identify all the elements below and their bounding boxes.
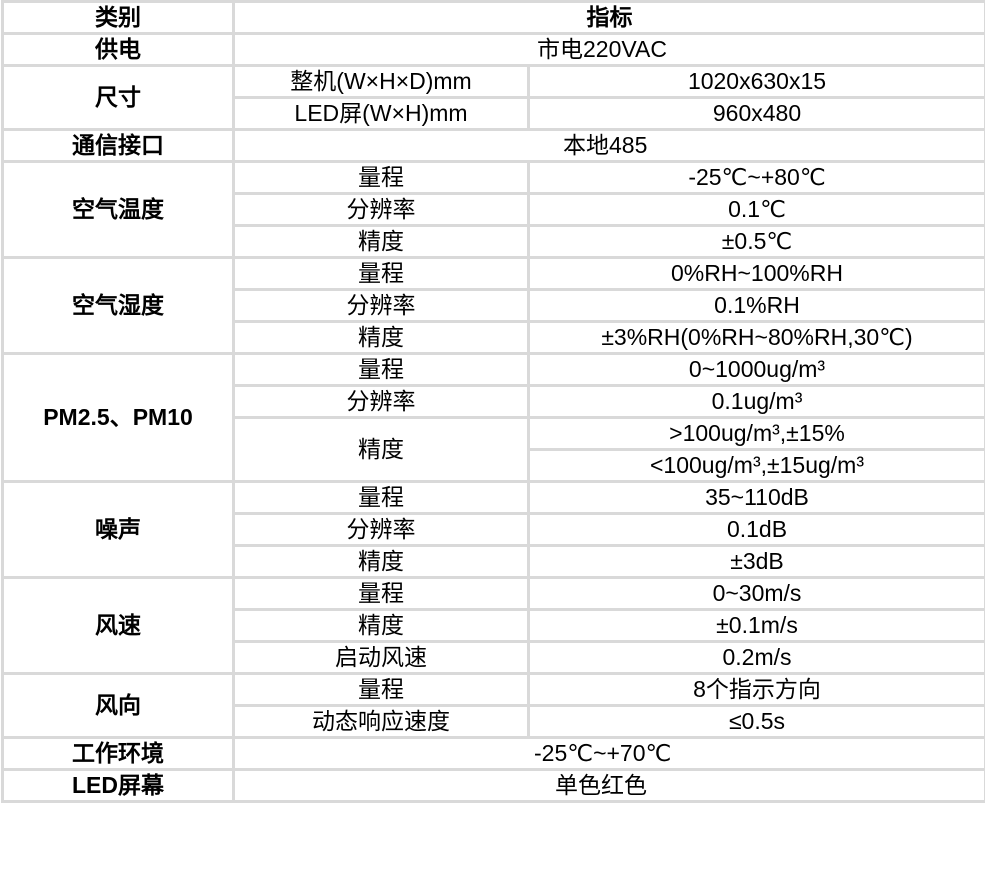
value-pm-resolution: 0.1ug/m³ [527,384,985,419]
category-environment: 工作环境 [1,736,235,771]
spec-table: 类别 指标 供电 市电220VAC 尺寸 整机(W×H×D)mm 1020x63… [1,0,985,803]
category-air-temp: 空气温度 [1,160,235,259]
label-pm-accuracy: 精度 [232,416,530,483]
value-air-temp-accuracy: ±0.5℃ [527,224,985,259]
table-row-air-humidity: 空气湿度 量程 0%RH~100%RH [1,256,985,355]
table-row-comm: 通信接口 本地485 [1,128,985,163]
table-row-environment: 工作环境 -25℃~+70℃ [1,736,985,771]
label-wind-speed-start: 启动风速 [232,640,530,675]
table-row-size: 尺寸 整机(W×H×D)mm 1020x630x15 [1,64,985,131]
table-row-noise: 噪声 量程 35~110dB [1,480,985,579]
value-noise-resolution: 0.1dB [527,512,985,547]
category-power: 供电 [1,32,235,67]
label-noise-resolution: 分辨率 [232,512,530,547]
category-air-humidity: 空气湿度 [1,256,235,355]
label-wind-speed-accuracy: 精度 [232,608,530,643]
category-noise: 噪声 [1,480,235,579]
table-row-wind-speed: 风速 量程 0~30m/s [1,576,985,675]
category-led-screen: LED屏幕 [1,768,235,803]
label-wind-speed-range: 量程 [232,576,530,611]
table-row-pm: PM2.5、PM10 量程 0~1000ug/m³ [1,352,985,483]
table-row-air-temp: 空气温度 量程 -25℃~+80℃ [1,160,985,259]
table-row-wind-dir: 风向 量程 8个指示方向 [1,672,985,739]
label-size-whole: 整机(W×H×D)mm [232,64,530,99]
value-size-whole: 1020x630x15 [527,64,985,99]
value-wind-speed-start: 0.2m/s [527,640,985,675]
label-air-humidity-range: 量程 [232,256,530,291]
value-size-led: 960x480 [527,96,985,131]
category-wind-speed: 风速 [1,576,235,675]
value-wind-dir-range: 8个指示方向 [527,672,985,707]
value-air-temp-range: -25℃~+80℃ [527,160,985,195]
value-pm-range: 0~1000ug/m³ [527,352,985,387]
value-air-humidity-range: 0%RH~100%RH [527,256,985,291]
label-air-temp-resolution: 分辨率 [232,192,530,227]
label-wind-dir-response: 动态响应速度 [232,704,530,739]
label-pm-resolution: 分辨率 [232,384,530,419]
value-environment: -25℃~+70℃ [232,736,985,771]
label-air-humidity-resolution: 分辨率 [232,288,530,323]
label-pm-range: 量程 [232,352,530,387]
category-pm: PM2.5、PM10 [1,352,235,483]
value-noise-accuracy: ±3dB [527,544,985,579]
value-comm: 本地485 [232,128,985,163]
category-comm: 通信接口 [1,128,235,163]
value-air-humidity-resolution: 0.1%RH [527,288,985,323]
table-row-power: 供电 市电220VAC [1,32,985,67]
label-size-led: LED屏(W×H)mm [232,96,530,131]
category-wind-dir: 风向 [1,672,235,739]
label-wind-dir-range: 量程 [232,672,530,707]
label-noise-range: 量程 [232,480,530,515]
value-power: 市电220VAC [232,32,985,67]
value-pm-accuracy-low: <100ug/m³,±15ug/m³ [527,448,985,483]
label-air-temp-accuracy: 精度 [232,224,530,259]
label-air-humidity-accuracy: 精度 [232,320,530,355]
header-spec: 指标 [232,0,985,35]
value-noise-range: 35~110dB [527,480,985,515]
label-noise-accuracy: 精度 [232,544,530,579]
category-size: 尺寸 [1,64,235,131]
value-wind-speed-accuracy: ±0.1m/s [527,608,985,643]
value-led-screen: 单色红色 [232,768,985,803]
value-wind-dir-response: ≤0.5s [527,704,985,739]
header-category: 类别 [1,0,235,35]
value-air-humidity-accuracy: ±3%RH(0%RH~80%RH,30℃) [527,320,985,355]
label-air-temp-range: 量程 [232,160,530,195]
value-pm-accuracy-high: >100ug/m³,±15% [527,416,985,451]
header-row: 类别 指标 [1,0,985,35]
value-wind-speed-range: 0~30m/s [527,576,985,611]
table-row-led-screen: LED屏幕 单色红色 [1,768,985,803]
value-air-temp-resolution: 0.1℃ [527,192,985,227]
